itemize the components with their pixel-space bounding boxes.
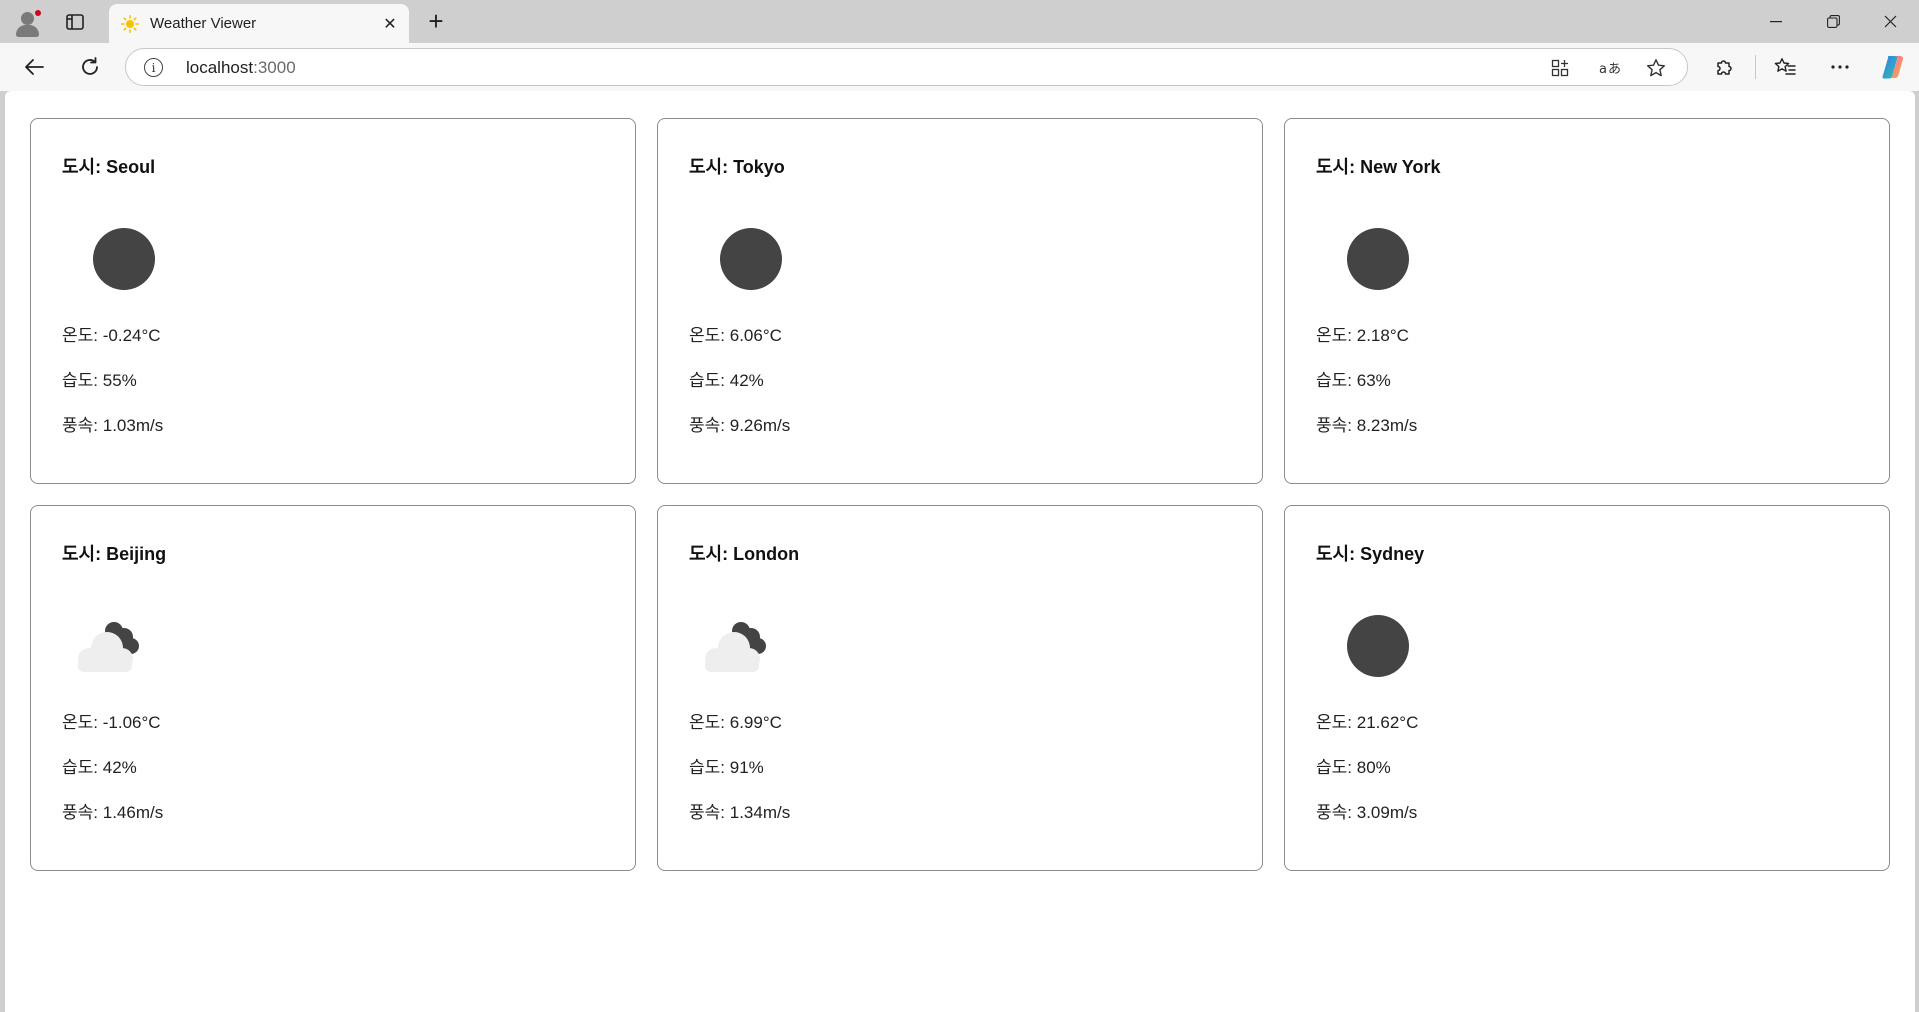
- copilot-icon[interactable]: [1875, 49, 1911, 85]
- favorite-star-icon[interactable]: [1642, 54, 1670, 82]
- humidity-text: 습도: 42%: [689, 371, 764, 390]
- wind-speed-text: 풍속: 1.03m/s: [62, 416, 164, 435]
- cloudy-icon: [62, 601, 158, 681]
- clear-night-icon: [1316, 214, 1412, 294]
- profile-avatar-icon[interactable]: [10, 6, 46, 37]
- temperature-text: 온도: 21.62°C: [1316, 713, 1419, 732]
- city-name: 도시: Tokyo: [689, 157, 785, 177]
- refresh-icon[interactable]: [72, 49, 108, 85]
- restore-icon[interactable]: [1805, 0, 1861, 43]
- city-name: 도시: London: [689, 544, 800, 564]
- read-aloud-translate-icon[interactable]: aあ: [1596, 54, 1624, 82]
- weather-card-new-york: 도시: New York 온도: 2.18°C 습도: 63% 풍속: 8.23m/s: [1284, 118, 1890, 484]
- tab-actions-icon[interactable]: [60, 8, 90, 35]
- browser-titlebar: Weather Viewer ✕ +: [0, 0, 1919, 43]
- wind-speed-text: 풍속: 1.46m/s: [62, 803, 164, 822]
- wind-speed-text: 풍속: 1.34m/s: [689, 803, 791, 822]
- temperature-text: 온도: 6.99°C: [689, 713, 782, 732]
- city-name: 도시: Seoul: [62, 157, 156, 177]
- new-tab-button[interactable]: +: [420, 6, 452, 36]
- humidity-text: 습도: 42%: [62, 758, 137, 777]
- favorites-list-icon[interactable]: [1767, 49, 1803, 85]
- temperature-text: 온도: -0.24°C: [62, 326, 161, 345]
- more-menu-icon[interactable]: [1822, 49, 1858, 85]
- wind-speed-text: 풍속: 8.23m/s: [1316, 416, 1418, 435]
- weather-card-tokyo: 도시: Tokyo 온도: 6.06°C 습도: 42% 풍속: 9.26m/s: [657, 118, 1263, 484]
- svg-text:あ: あ: [1608, 62, 1621, 76]
- svg-text:a: a: [1599, 62, 1607, 76]
- wind-speed-text: 풍속: 9.26m/s: [689, 416, 791, 435]
- clear-night-icon: [689, 214, 785, 294]
- minimize-icon[interactable]: [1748, 0, 1804, 43]
- clear-night-icon: [1316, 601, 1412, 681]
- weather-card-london: 도시: London 온도: 6.99°C 습도: 91% 풍속: 1.34m/s: [657, 505, 1263, 871]
- weather-card-sydney: 도시: Sydney 온도: 21.62°C 습도: 80% 풍속: 3.09m/s: [1284, 505, 1890, 871]
- temperature-text: 온도: 6.06°C: [689, 326, 782, 345]
- tab-close-icon[interactable]: ✕: [379, 13, 401, 35]
- weather-card-grid: 도시: Seoul 온도: -0.24°C 습도: 55% 풍속: 1.03m/s 도시…: [30, 118, 1890, 871]
- url-text[interactable]: localhost:3000: [186, 58, 296, 78]
- city-name: 도시: Beijing: [62, 544, 167, 564]
- browser-toolbar: i localhost:3000 aあ: [0, 43, 1919, 91]
- sun-favicon-icon: [121, 15, 140, 34]
- humidity-text: 습도: 55%: [62, 371, 137, 390]
- tab-title: Weather Viewer: [150, 15, 257, 32]
- back-arrow-icon[interactable]: [16, 49, 52, 85]
- city-name: 도시: Sydney: [1316, 544, 1425, 564]
- clear-night-icon: [62, 214, 158, 294]
- humidity-text: 습도: 80%: [1316, 758, 1391, 777]
- cloudy-icon: [689, 601, 785, 681]
- wind-speed-text: 풍속: 3.09m/s: [1316, 803, 1418, 822]
- address-bar[interactable]: i localhost:3000 aあ: [125, 48, 1688, 86]
- site-info-icon[interactable]: i: [144, 58, 163, 77]
- weather-card-seoul: 도시: Seoul 온도: -0.24°C 습도: 55% 풍속: 1.03m/s: [30, 118, 636, 484]
- city-name: 도시: New York: [1316, 157, 1441, 177]
- window-close-icon[interactable]: [1862, 0, 1918, 43]
- humidity-text: 습도: 63%: [1316, 371, 1391, 390]
- page-viewport: 도시: Seoul 온도: -0.24°C 습도: 55% 풍속: 1.03m/s 도시…: [5, 91, 1915, 1012]
- apps-icon[interactable]: [1546, 54, 1574, 82]
- extensions-puzzle-icon[interactable]: [1706, 49, 1742, 85]
- tab-weather-viewer[interactable]: Weather Viewer ✕: [109, 4, 409, 43]
- toolbar-divider: [1755, 55, 1756, 79]
- weather-card-beijing: 도시: Beijing 온도: -1.06°C 습도: 42% 풍속: 1.46m/s: [30, 505, 636, 871]
- humidity-text: 습도: 91%: [689, 758, 764, 777]
- temperature-text: 온도: -1.06°C: [62, 713, 161, 732]
- notification-dot: [34, 9, 42, 17]
- temperature-text: 온도: 2.18°C: [1316, 326, 1409, 345]
